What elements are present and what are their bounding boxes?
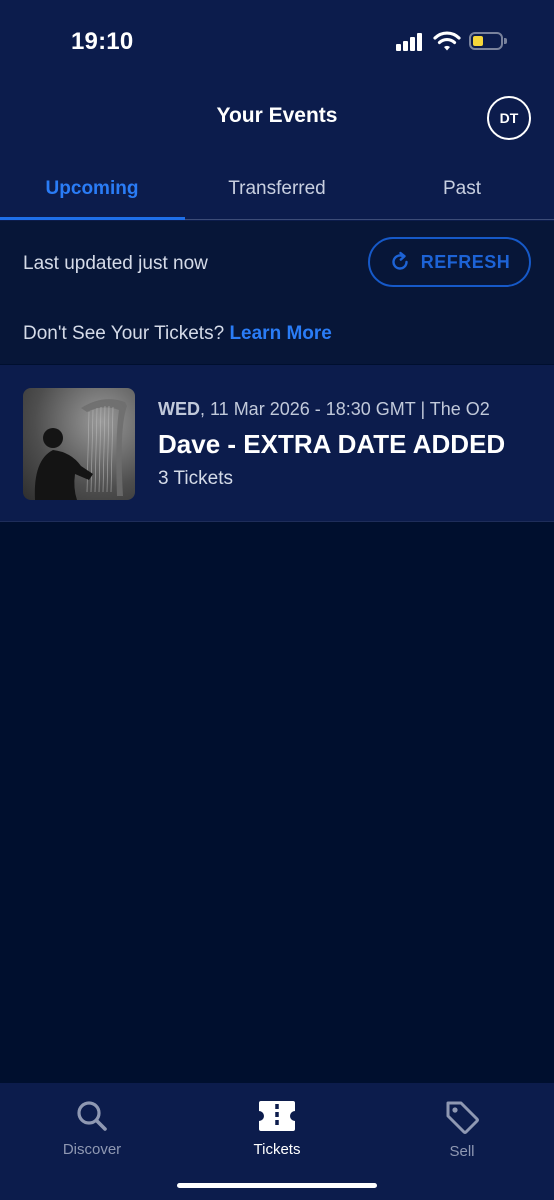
- nav-discover-label: Discover: [62, 1141, 122, 1158]
- tab-upcoming[interactable]: Upcoming: [0, 160, 184, 218]
- battery-icon: [469, 32, 507, 50]
- event-thumbnail: [23, 388, 135, 500]
- learn-more-link[interactable]: Learn More: [229, 323, 331, 344]
- event-day: WED: [158, 399, 200, 419]
- info-panel: Last updated just now REFRESH Don't See …: [0, 221, 554, 364]
- wifi-icon: [433, 30, 461, 52]
- status-bar: 19:10: [0, 0, 554, 84]
- tab-past[interactable]: Past: [370, 160, 554, 218]
- search-icon: [77, 1101, 107, 1131]
- nav-sell[interactable]: Sell: [370, 1083, 554, 1173]
- refresh-icon: [392, 251, 408, 270]
- ticket-count: 3 Tickets: [158, 468, 233, 489]
- event-title: Dave - EXTRA DATE ADDED: [158, 429, 506, 459]
- status-time: 19:10: [71, 28, 134, 55]
- event-details: , 11 Mar 2026 - 18:30 GMT | The O2: [200, 399, 490, 419]
- tag-icon: [446, 1101, 479, 1134]
- refresh-label: REFRESH: [420, 251, 511, 272]
- refresh-button[interactable]: REFRESH: [368, 237, 531, 287]
- nav-tickets[interactable]: Tickets: [185, 1083, 369, 1173]
- last-updated-text: Last updated just now: [23, 253, 208, 274]
- nav-sell-label: Sell: [449, 1143, 475, 1160]
- tab-transferred[interactable]: Transferred: [185, 160, 369, 218]
- nav-discover[interactable]: Discover: [0, 1083, 184, 1173]
- nav-tickets-label: Tickets: [253, 1141, 301, 1158]
- help-text: Don't See Your Tickets?: [23, 323, 225, 344]
- page-title: Your Events: [216, 104, 338, 127]
- ticket-icon: [259, 1101, 295, 1131]
- event-card[interactable]: WED, 11 Mar 2026 - 18:30 GMT | The O2 Da…: [0, 365, 554, 522]
- event-date-venue: WED, 11 Mar 2026 - 18:30 GMT | The O2: [158, 399, 490, 420]
- home-indicator: [177, 1183, 377, 1188]
- header-area: 19:10 Your Events DT Upcoming Transferre…: [0, 0, 554, 221]
- tab-bar: Upcoming Transferred Past: [0, 160, 554, 221]
- active-tab-indicator: [0, 217, 185, 220]
- avatar[interactable]: DT: [487, 96, 531, 140]
- help-text-row: Don't See Your Tickets? Learn More: [23, 323, 332, 345]
- cellular-signal-icon: [396, 33, 426, 51]
